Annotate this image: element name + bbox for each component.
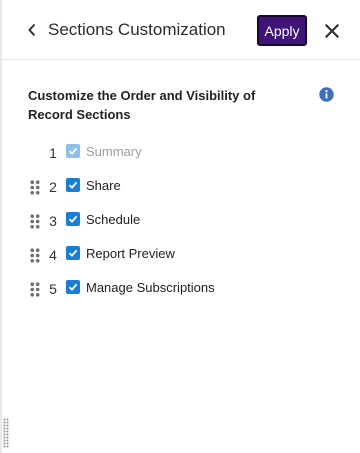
section-label: Report Preview (86, 246, 175, 261)
section-label: Summary (86, 144, 142, 159)
section-checkbox[interactable] (66, 178, 80, 192)
section-checkbox (66, 144, 80, 158)
section-checkbox[interactable] (66, 212, 80, 226)
section-label: Manage Subscriptions (86, 280, 215, 295)
section-checkbox[interactable] (66, 280, 80, 294)
section-number: 4 (49, 247, 57, 263)
drag-handle-icon[interactable] (30, 214, 40, 229)
section-label: Schedule (86, 212, 141, 227)
section-row[interactable]: 3 Schedule (0, 210, 360, 232)
drag-handle-icon[interactable] (30, 180, 40, 195)
section-row: 1 Summary (0, 142, 360, 164)
section-row[interactable]: 4 Report Preview (0, 244, 360, 266)
section-number: 3 (49, 213, 57, 229)
section-label: Share (86, 178, 121, 193)
drag-handle-icon[interactable] (30, 282, 40, 297)
info-icon[interactable] (319, 87, 334, 102)
section-checkbox[interactable] (66, 246, 80, 260)
panel-title: Sections Customization (48, 20, 226, 39)
section-row[interactable]: 2 Share (0, 176, 360, 198)
chevron-left-icon (28, 23, 36, 37)
section-number: 1 (49, 145, 57, 161)
section-heading: Customize the Order and Visibility of Re… (28, 88, 256, 122)
section-number: 2 (49, 179, 57, 195)
panel-header: Sections Customization Apply (0, 0, 360, 60)
back-button[interactable] (22, 19, 42, 41)
close-button[interactable] (321, 20, 343, 42)
apply-button[interactable]: Apply (257, 15, 307, 46)
drag-handle-icon[interactable] (30, 248, 40, 263)
resize-handle[interactable] (3, 418, 9, 448)
section-number: 5 (49, 281, 57, 297)
close-icon (325, 24, 339, 38)
section-row[interactable]: 5 Manage Subscriptions (0, 278, 360, 300)
